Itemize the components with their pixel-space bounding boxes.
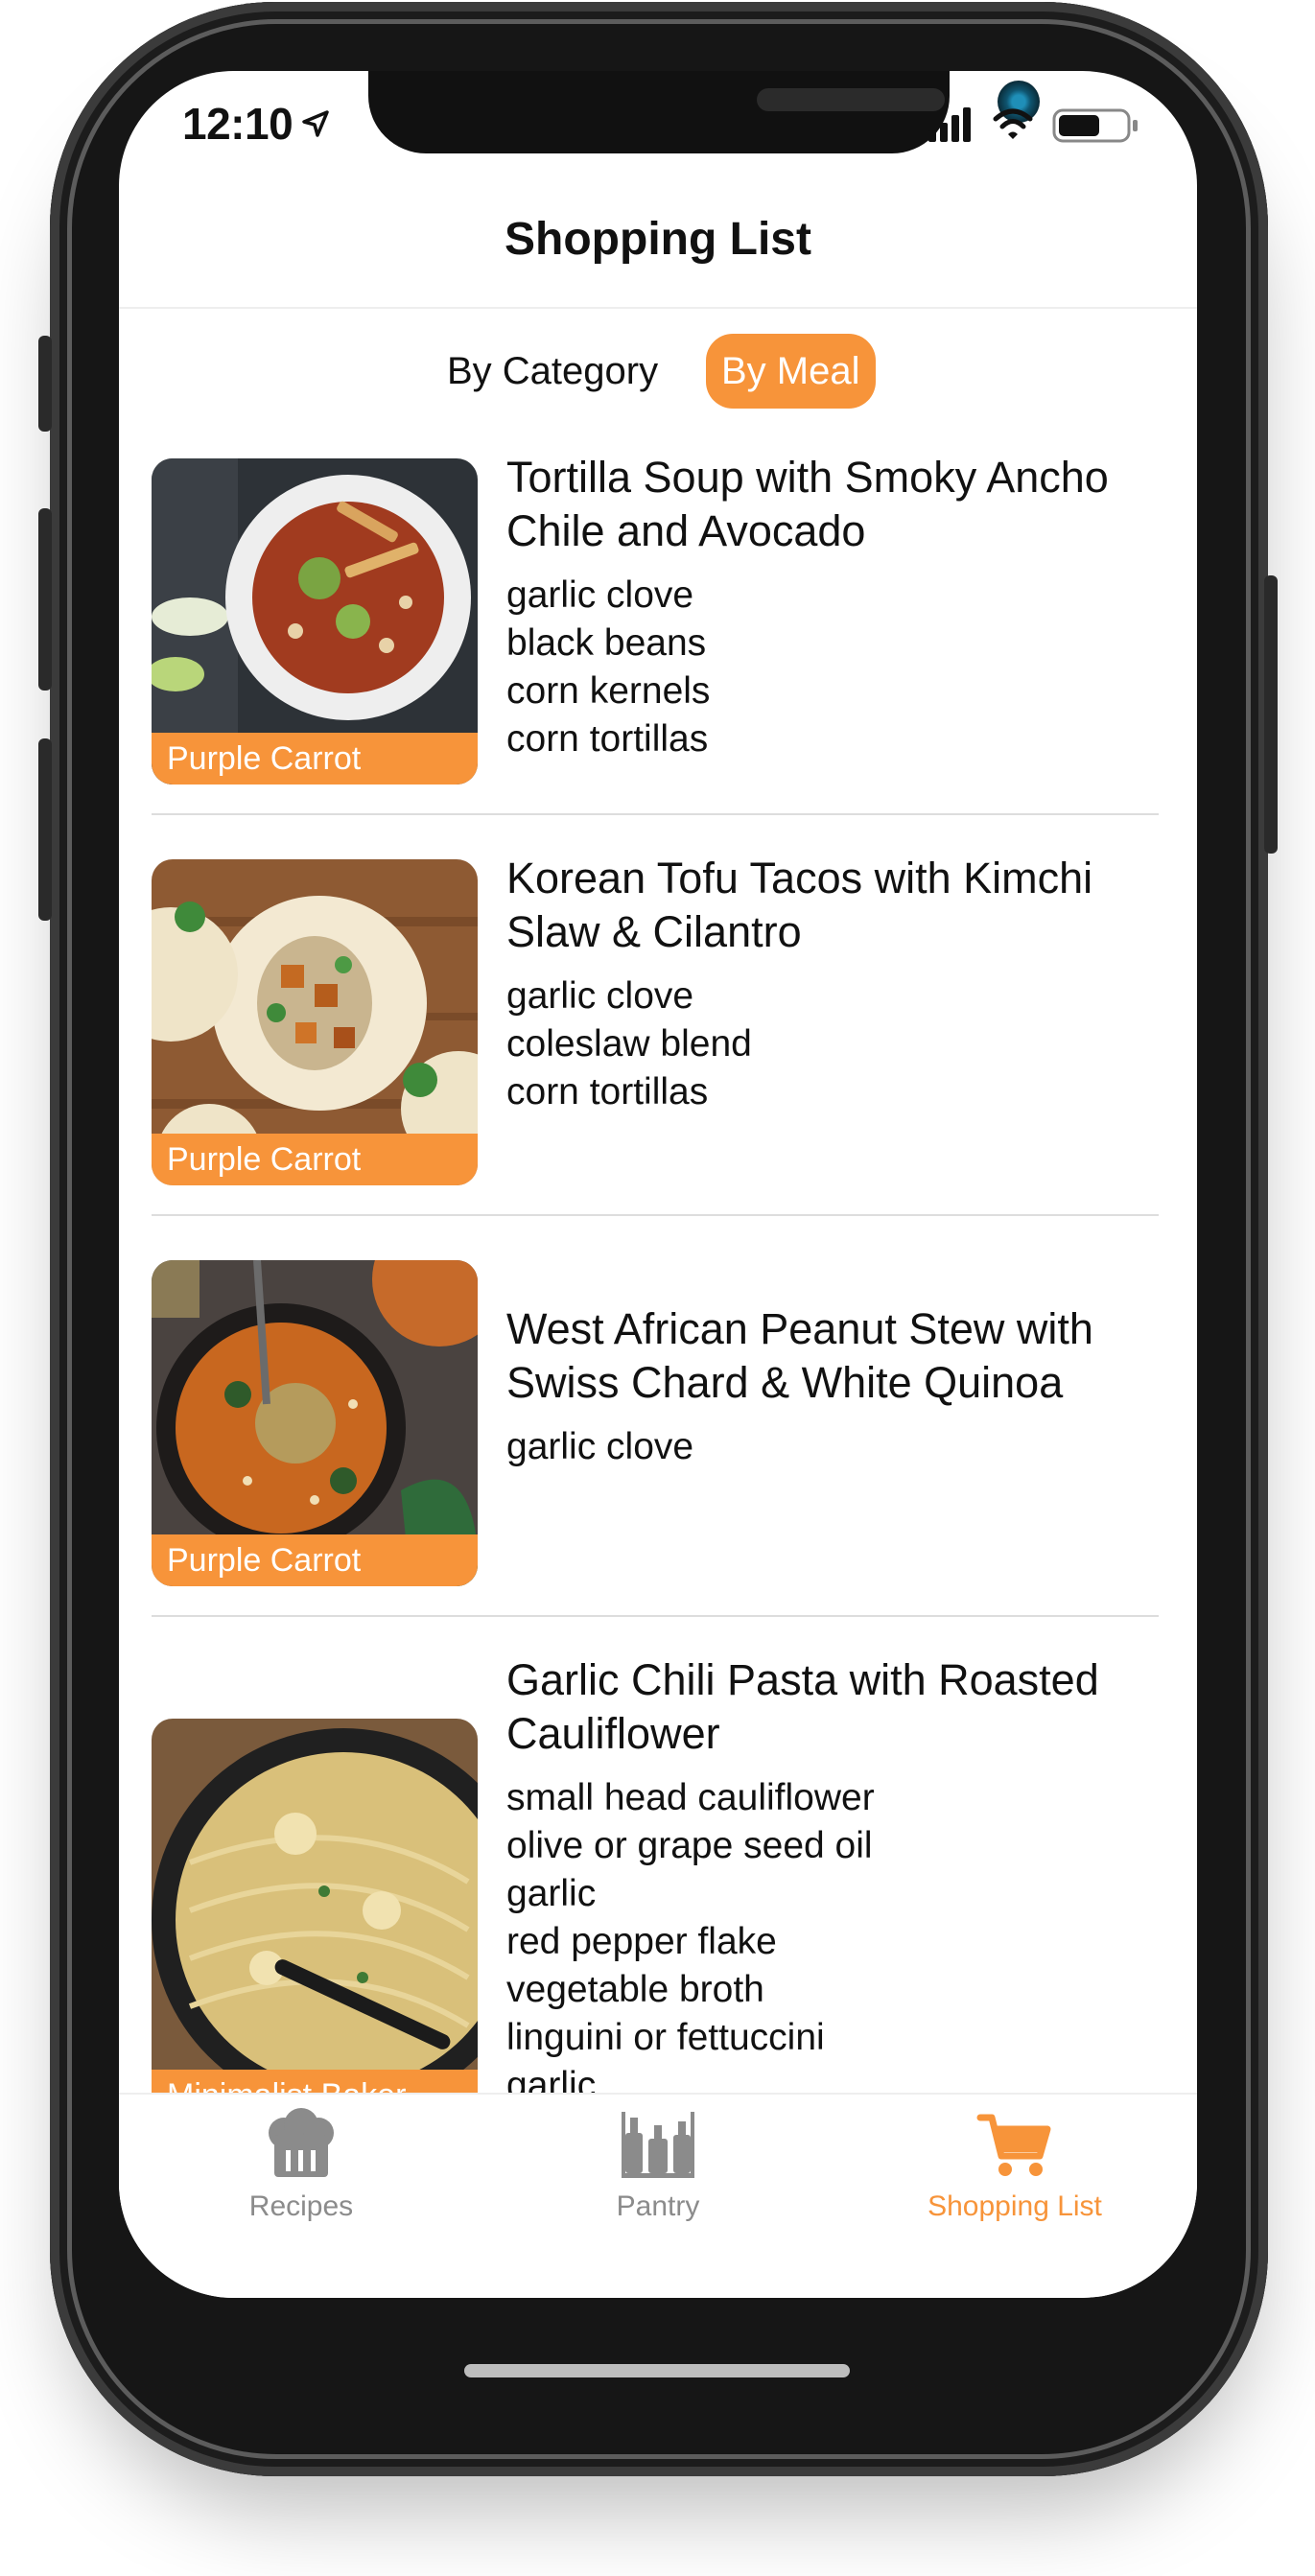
meal-title-line: Korean Tofu Tacos with Kimchi — [506, 854, 1093, 902]
nav-divider — [119, 307, 1197, 309]
ingredient-list: small head cauliflower olive or grape se… — [506, 1774, 1159, 2093]
row-divider — [152, 813, 1159, 815]
meal-thumbnail: Purple Carrot — [152, 458, 478, 785]
power-button — [1264, 575, 1278, 854]
ingredient-item: corn kernels — [506, 670, 711, 712]
meal-source-badge: Purple Carrot — [152, 1534, 478, 1586]
meal-title-line: Garlic Chili Pasta with Roasted — [506, 1655, 1099, 1704]
notch — [368, 71, 1040, 153]
battery-icon — [1052, 108, 1138, 143]
meal-title-line: Chile and Avocado — [506, 506, 866, 555]
volume-up-button — [38, 508, 52, 691]
ingredient-item: garlic clove — [506, 574, 694, 616]
meal-thumbnail: Purple Carrot — [152, 1260, 478, 1586]
row-divider — [152, 1214, 1159, 1216]
ingredient-item: linguini or fettuccini — [506, 2017, 825, 2058]
tab-label: Recipes — [248, 2190, 354, 2222]
tab-recipes[interactable]: Recipes — [157, 2106, 445, 2223]
segment-by-meal[interactable]: By Meal — [706, 334, 876, 409]
screen: 12:10 Shopping List By Category By Meal — [119, 71, 1197, 2298]
page-title: Shopping List — [505, 214, 811, 265]
view-mode-segmented-control: By Category By Meal — [119, 334, 1197, 410]
signal-icon — [928, 107, 971, 142]
volume-down-button — [38, 738, 52, 921]
ingredient-item: vegetable broth — [506, 1969, 764, 2010]
shopping-cart-icon — [976, 2114, 1051, 2176]
ingredient-item: small head cauliflower — [506, 1777, 875, 1818]
meal-title-line: Tortilla Soup with Smoky Ancho — [506, 453, 1109, 502]
meal-title-line: Slaw & Cilantro — [506, 907, 802, 956]
meal-source-badge: Purple Carrot — [152, 1134, 478, 1185]
row-divider — [152, 1615, 1159, 1617]
status-icons — [928, 107, 1138, 143]
ingredient-item: coleslaw blend — [506, 1023, 752, 1065]
segment-by-category[interactable]: By Category — [432, 334, 673, 409]
ingredient-item: garlic clove — [506, 1426, 694, 1467]
tab-bar: Recipes Pantry Shopping List — [119, 2093, 1197, 2298]
meal-row[interactable]: Minimalist Baker Garlic Chili Pasta with… — [152, 1638, 1159, 2093]
tab-bar-divider — [119, 2093, 1197, 2095]
ingredient-item: olive or grape seed oil — [506, 1825, 873, 1866]
ingredient-item: corn tortillas — [506, 718, 709, 760]
ingredient-item: red pepper flake — [506, 1921, 777, 1962]
chef-hat-icon — [269, 2108, 334, 2177]
status-time: 12:10 — [182, 99, 294, 149]
ingredient-item: black beans — [506, 622, 707, 664]
meal-title-line: West African Peanut Stew with — [506, 1304, 1093, 1353]
wifi-icon — [993, 108, 1033, 139]
meal-thumbnail: Purple Carrot — [152, 859, 478, 1185]
meal-list: Purple Carrot Tortilla Soup with Smoky A… — [152, 435, 1159, 2093]
location-arrow-icon — [302, 110, 329, 137]
tab-shopping-list[interactable]: Shopping List — [871, 2106, 1159, 2223]
meal-thumbnail: Minimalist Baker — [152, 1719, 478, 2093]
pantry-bottles-icon — [622, 2112, 694, 2178]
ingredient-item: corn tortillas — [506, 1071, 709, 1112]
ingredient-list: garlic clove black beans corn kernels co… — [506, 572, 1159, 763]
meal-source-badge: Purple Carrot — [152, 733, 478, 785]
meal-row[interactable]: Purple Carrot Tortilla Soup with Smoky A… — [152, 435, 1159, 838]
ingredient-list: garlic clove coleslaw blend corn tortill… — [506, 972, 1159, 1116]
silent-switch — [38, 336, 52, 432]
meal-row[interactable]: Purple Carrot West African Peanut Stew w… — [152, 1237, 1159, 1640]
chili-pasta-image — [152, 1719, 478, 2093]
meal-row[interactable]: Purple Carrot Korean Tofu Tacos with Kim… — [152, 836, 1159, 1239]
tab-pantry[interactable]: Pantry — [514, 2106, 802, 2223]
speaker-grille — [757, 88, 945, 111]
ingredient-item: garlic — [506, 2065, 597, 2093]
home-indicator[interactable] — [464, 2364, 850, 2377]
ingredient-item: garlic clove — [506, 975, 694, 1017]
ingredient-item: garlic — [506, 1873, 597, 1914]
meal-source-badge: Minimalist Baker — [152, 2070, 478, 2093]
ingredient-list: garlic clove — [506, 1423, 1159, 1471]
meal-title-line: Swiss Chard & White Quinoa — [506, 1358, 1064, 1407]
meal-title-line: Cauliflower — [506, 1709, 720, 1758]
tab-label: Shopping List — [928, 2190, 1102, 2222]
tab-label: Pantry — [616, 2190, 700, 2222]
